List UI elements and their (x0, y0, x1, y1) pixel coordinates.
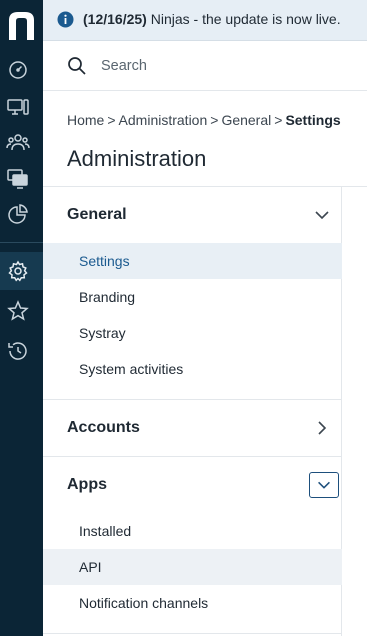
nav-group-general[interactable]: General (43, 187, 342, 243)
chevron-right-icon[interactable] (312, 418, 332, 438)
nav-item-label: System activities (79, 361, 184, 377)
ninjaone-logo[interactable] (6, 8, 37, 42)
nav-item-label: API (79, 559, 102, 575)
nav-item-label: Installed (79, 523, 132, 539)
nav-group-apps[interactable]: Apps (43, 457, 342, 513)
search-input[interactable] (101, 55, 341, 77)
page-title: Administration (67, 146, 207, 171)
nav-item-installed[interactable]: Installed (43, 513, 342, 549)
breadcrumb-separator: > (210, 112, 219, 128)
breadcrumb-current: Settings (285, 112, 341, 128)
left-nav-rail (0, 0, 43, 636)
nav-group-label: Accounts (67, 419, 140, 436)
nav-item-systray[interactable]: Systray (43, 315, 342, 351)
favorites-star-icon[interactable] (6, 299, 30, 323)
nav-item-notification-channels[interactable]: Notification channels (43, 585, 342, 621)
search-icon (68, 57, 86, 75)
nav-item-branding[interactable]: Branding (43, 279, 342, 315)
dashboard-gauge-icon[interactable] (6, 58, 30, 82)
breadcrumb-separator: > (274, 112, 283, 128)
nav-group-accounts[interactable]: Accounts (43, 400, 342, 456)
breadcrumb-separator: > (107, 112, 116, 128)
settings-gear-icon[interactable] (6, 259, 30, 283)
banner-text: (12/16/25) Ninjas - the update is now li… (83, 11, 341, 27)
nav-item-settings[interactable]: Settings (43, 243, 342, 279)
chevron-down-icon[interactable] (312, 205, 332, 225)
users-icon[interactable] (6, 131, 30, 155)
breadcrumb: Home > Administration > General > Settings (67, 112, 341, 128)
apps-collapse-button[interactable] (309, 472, 339, 498)
nav-item-label: Notification channels (79, 595, 209, 611)
devices-icon[interactable] (6, 95, 30, 119)
nav-group-label: General (67, 206, 127, 223)
info-icon (57, 11, 74, 28)
breadcrumb-administration[interactable]: Administration (119, 112, 208, 128)
breadcrumb-general[interactable]: General (221, 112, 271, 128)
nav-item-label: Settings (79, 253, 130, 269)
nav-item-label: Systray (79, 325, 126, 341)
remote-screens-icon[interactable] (6, 167, 30, 191)
reports-pie-icon[interactable] (6, 203, 30, 227)
chevron-down-icon (318, 481, 330, 489)
search-bar (43, 41, 367, 91)
rail-divider (0, 242, 43, 243)
breadcrumb-home[interactable]: Home (67, 112, 104, 128)
banner-date: (12/16/25) (83, 11, 147, 27)
nav-group-label: Apps (67, 476, 107, 493)
nav-item-system-activities[interactable]: System activities (43, 351, 342, 387)
announcement-banner: (12/16/25) Ninjas - the update is now li… (43, 0, 367, 41)
banner-message: Ninjas - the update is now live. (150, 11, 341, 27)
nav-group-divider (43, 633, 342, 634)
settings-nav-panel: General Settings Branding Systray System… (43, 187, 342, 636)
nav-item-api[interactable]: API (43, 549, 342, 585)
history-icon[interactable] (6, 339, 30, 363)
nav-item-label: Branding (79, 289, 136, 305)
